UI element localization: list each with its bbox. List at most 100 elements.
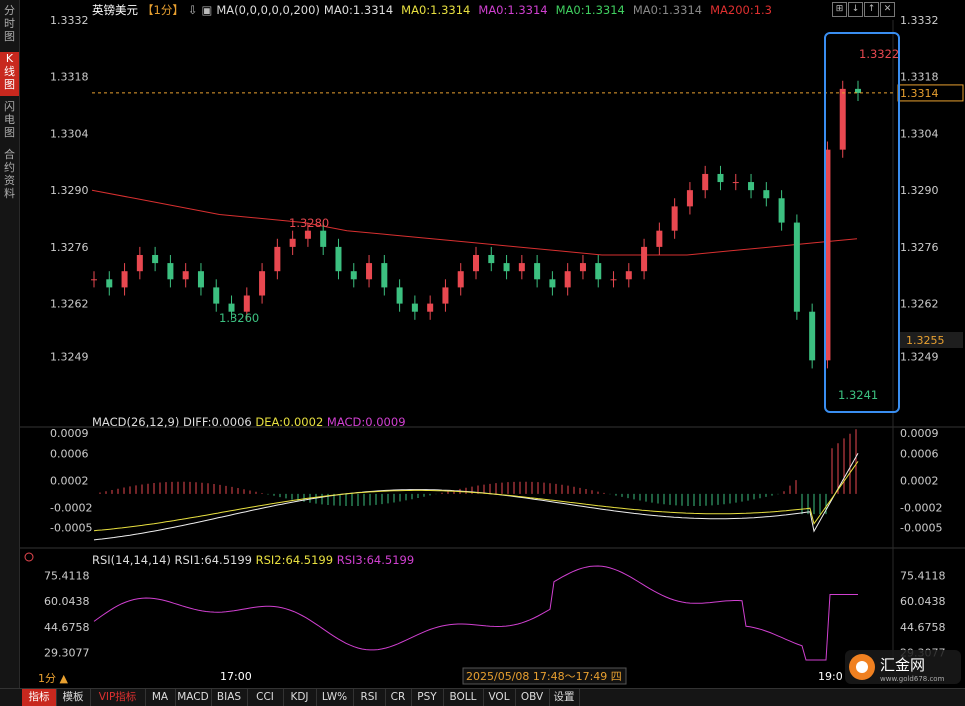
toolbar-item-psy[interactable]: PSY xyxy=(411,689,444,706)
macd-tick-right-3: -0.0002 xyxy=(900,501,942,514)
low-annotation-1: 1.3260 xyxy=(219,311,259,325)
toolbar-item-macd[interactable]: MACD xyxy=(175,689,212,706)
candle-body xyxy=(457,271,464,288)
candle-body xyxy=(473,254,479,272)
price-tick-right-4: 1.3276 xyxy=(900,241,939,254)
price-tick-left-3: 1.3290 xyxy=(50,184,89,197)
toolbar-item-rsi[interactable]: RSI xyxy=(353,689,386,706)
candle-body xyxy=(320,230,327,247)
layout-icon[interactable]: ⊞ xyxy=(832,2,847,17)
toolbar-item-bias[interactable]: BIAS xyxy=(211,689,248,706)
toolbar-item-kdj[interactable]: KDJ xyxy=(283,689,317,706)
candle-body xyxy=(259,271,266,296)
candle-body xyxy=(152,254,159,264)
ma200-line xyxy=(91,189,858,256)
price-tick-right-5: 1.3262 xyxy=(900,298,939,311)
ma-value-1: MA0:1.3314 xyxy=(401,3,471,17)
price-tick-right-6: 1.3249 xyxy=(900,350,939,363)
candle-body xyxy=(671,206,678,231)
rsi-tick-right-2: 44.6758 xyxy=(900,621,946,634)
candle-body xyxy=(289,238,296,247)
toolbar-item-ma[interactable]: MA xyxy=(145,689,176,706)
current-price-label: 1.3314 xyxy=(900,87,939,100)
candle-body xyxy=(274,246,281,272)
rsi2-value: RSI2:64.5199 xyxy=(255,553,334,567)
candle-body xyxy=(167,263,174,280)
rsi-tick-right-1: 60.0438 xyxy=(900,595,946,608)
down-icon[interactable]: ↓ xyxy=(848,2,863,17)
toolbar-item-设置[interactable]: 设置 xyxy=(549,689,580,706)
toolbar-item-cr[interactable]: CR xyxy=(385,689,412,706)
toolbar-item-lw%[interactable]: LW% xyxy=(316,689,354,706)
candle-body xyxy=(366,263,373,280)
rsi3-value: RSI3:64.5199 xyxy=(336,553,415,567)
period-selector[interactable]: 【1分】 xyxy=(142,3,184,17)
chart-header: 英镑美元 【1分】 ⇩ ▣ MA(0,0,0,0,0,200) MA0:1.3314 MA0… xyxy=(92,2,784,18)
candle-body xyxy=(243,295,250,312)
macd-tick-right-4: -0.0005 xyxy=(900,522,942,535)
candle-body xyxy=(748,182,755,191)
symbol-name: 英镑美元 xyxy=(92,3,138,17)
macd-tick-left-2: 0.0002 xyxy=(50,474,89,487)
macd-tick-right-0: 0.0009 xyxy=(900,427,939,440)
selection-box[interactable] xyxy=(824,32,900,413)
candle-body xyxy=(778,198,785,223)
price-tick-left-6: 1.3249 xyxy=(50,350,89,363)
candle-body xyxy=(197,271,204,288)
candle-body xyxy=(855,88,861,93)
candle-body xyxy=(610,279,617,281)
macd-diff-line xyxy=(93,453,859,541)
price-tick-left-2: 1.3304 xyxy=(50,127,89,140)
price-tick-right-0: 1.3332 xyxy=(900,14,939,27)
macd-diff: DIFF:0.0006 xyxy=(183,415,252,429)
rsi-header: RSI(14,14,14) RSI1:64.5199 RSI2:64.5199 … xyxy=(92,553,414,567)
rsi-line xyxy=(93,565,858,661)
candle-body xyxy=(793,222,800,312)
candle-body xyxy=(136,254,143,272)
candle-body xyxy=(534,263,541,280)
candle-body xyxy=(488,254,495,264)
macd-tick-left-3: -0.0002 xyxy=(50,501,92,514)
dropdown-icon[interactable]: ⇩ xyxy=(188,3,198,17)
ma-value-2: MA0:1.3314 xyxy=(478,3,548,17)
up-icon[interactable]: ↑ xyxy=(864,2,879,17)
toolbar-item-指标[interactable]: 指标 xyxy=(22,689,57,706)
price-tick-left-1: 1.3318 xyxy=(50,71,89,84)
candle-body xyxy=(686,190,693,207)
ma-settings-icon[interactable]: ▣ xyxy=(201,3,212,17)
close-icon[interactable]: ✕ xyxy=(880,2,895,17)
rsi1-value: RSI1:64.5199 xyxy=(174,553,252,567)
toolbar-item-boll[interactable]: BOLL xyxy=(443,689,484,706)
rsi-tick-left-3: 29.3077 xyxy=(44,647,90,660)
toolbar-item-vip指标[interactable]: VIP指标 xyxy=(90,689,146,706)
ma-value-3: MA0:1.3314 xyxy=(555,3,625,17)
macd-value: MACD:0.0009 xyxy=(326,415,406,429)
rsi-tick-left-1: 60.0438 xyxy=(44,595,90,608)
candle-body xyxy=(503,263,510,272)
rsi-tick-left-2: 44.6758 xyxy=(44,621,90,634)
macd-tick-right-2: 0.0002 xyxy=(900,474,939,487)
toolbar-item-obv[interactable]: OBV xyxy=(515,689,550,706)
candle-body xyxy=(702,173,709,191)
rsi-tick-right-0: 75.4118 xyxy=(900,569,946,582)
candle-body xyxy=(442,287,449,304)
gold678-logo: 汇金网 www.gold678.com xyxy=(843,648,963,686)
candle-body xyxy=(732,182,739,184)
macd-tick-left-0: 0.0009 xyxy=(50,427,89,440)
ma-value-0: MA0:1.3314 xyxy=(323,3,394,17)
candle-body xyxy=(427,303,434,312)
toolbar-item-模板[interactable]: 模板 xyxy=(56,689,91,706)
candle-body xyxy=(335,246,342,272)
ma-label: MA(0,0,0,0,0,200) xyxy=(216,3,320,17)
high-annotation-2: 1.3322 xyxy=(859,47,899,61)
indicator-toolbar: 指标 模板 VIP指标 MA MACD BIAS CCI KDJ LW% RSI CR PSY BOLL… xyxy=(0,688,965,706)
candle-body xyxy=(304,230,311,239)
toolbar-item-vol[interactable]: VOL xyxy=(483,689,516,706)
time-label-left: 17:00 xyxy=(220,670,252,683)
period-button: 1分 ▲ xyxy=(38,672,68,685)
candle-body xyxy=(641,246,648,272)
candle-body xyxy=(213,287,220,304)
chart-canvas[interactable]: 1.3332 1.3332 1.3318 1.3318 1.3304 1.3304 1.32… xyxy=(0,0,965,688)
toolbar-item-cci[interactable]: CCI xyxy=(247,689,284,706)
rsi-settings-icon[interactable] xyxy=(24,552,34,562)
